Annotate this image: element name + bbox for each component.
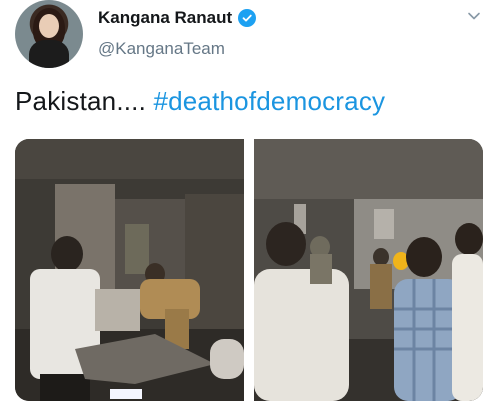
photo-demolished-room-icon [15, 139, 244, 401]
author-name-row[interactable]: Kangana Ranaut [98, 8, 257, 28]
photo-officials-inspecting-icon [254, 139, 483, 401]
media-photo-1[interactable] [15, 139, 244, 401]
media-photo-2[interactable] [254, 139, 483, 401]
chevron-down-icon[interactable] [466, 8, 482, 24]
verified-badge-icon [238, 9, 257, 27]
media-grid [15, 139, 483, 401]
author-handle[interactable]: @KanganaTeam [98, 39, 225, 59]
tweet-card[interactable]: Kangana Ranaut @KanganaTeam Pakistan....… [0, 0, 490, 420]
author-avatar[interactable] [15, 0, 83, 68]
avatar-face [39, 14, 59, 38]
hashtag-link[interactable]: #deathofdemocracy [153, 86, 385, 116]
tweet-text: Pakistan.... #deathofdemocracy [15, 86, 385, 117]
avatar-body [29, 40, 69, 68]
tweet-text-prefix: Pakistan.... [15, 86, 154, 116]
author-name[interactable]: Kangana Ranaut [98, 8, 232, 28]
